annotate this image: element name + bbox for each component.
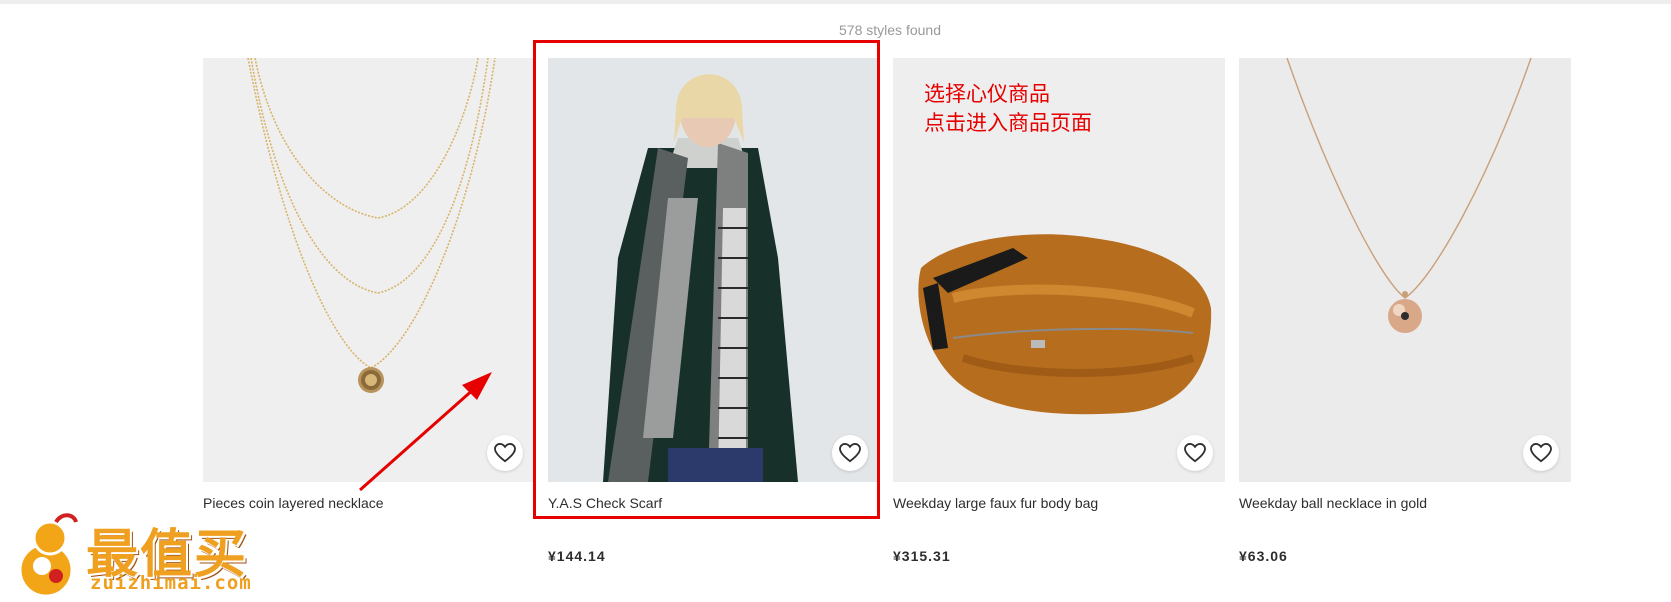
product-image[interactable]: [1239, 58, 1571, 482]
results-count: 578 styles found: [839, 22, 941, 38]
top-border: [0, 0, 1671, 4]
product-price: ¥315.31: [893, 548, 951, 564]
product-card-pieces-necklace[interactable]: Pieces coin layered necklace: [203, 58, 535, 578]
annotation-line-1: 选择心仪商品: [924, 82, 1050, 106]
product-name[interactable]: Weekday ball necklace in gold: [1239, 495, 1427, 511]
heart-icon: [1530, 443, 1552, 463]
save-for-later-button[interactable]: [487, 435, 523, 471]
save-for-later-button[interactable]: [1523, 435, 1559, 471]
product-name[interactable]: Weekday large faux fur body bag: [893, 495, 1098, 511]
gourd-mascot-icon: [18, 513, 78, 598]
product-price: ¥63.06: [1239, 548, 1288, 564]
product-card-weekday-ball-necklace[interactable]: Weekday ball necklace in gold ¥63.06: [1239, 58, 1571, 578]
heart-icon: [1184, 443, 1206, 463]
product-price: ¥144.14: [548, 548, 606, 564]
highlight-box: [533, 40, 880, 519]
watermark-brand-en: zuizhimai.com: [90, 572, 252, 594]
product-image[interactable]: [203, 58, 535, 482]
annotation-text: 选择心仪商品 点击进入商品页面: [924, 80, 1092, 138]
annotation-line-2: 点击进入商品页面: [924, 111, 1092, 135]
heart-icon: [494, 443, 516, 463]
watermark-logo: 最值买 zuizhimai.com: [6, 508, 296, 598]
save-for-later-button[interactable]: [1177, 435, 1213, 471]
